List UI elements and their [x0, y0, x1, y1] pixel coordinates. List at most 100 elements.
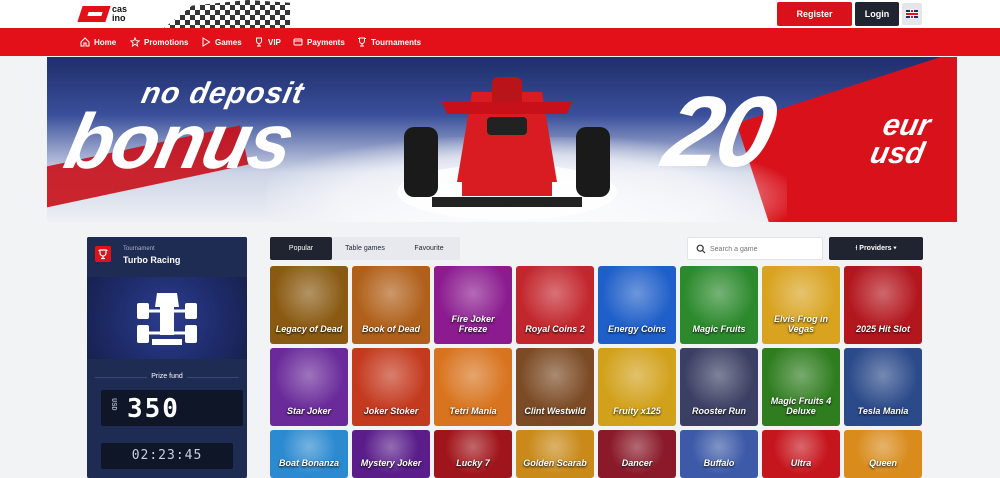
game-tile[interactable]: Joker Stoker: [352, 348, 430, 426]
game-title: Fruity x125: [613, 406, 661, 416]
tournament-label: Tournament: [123, 246, 155, 252]
login-button[interactable]: Login: [855, 2, 899, 26]
nav-tournaments-label: Tournaments: [371, 37, 422, 47]
top-bar: cas ino Register Login: [0, 0, 1000, 28]
nav-tournaments[interactable]: Tournaments: [357, 28, 421, 56]
chevron-down-icon: ▾: [891, 245, 897, 252]
nav-promotions-label: Promotions: [144, 37, 189, 47]
play-icon: [202, 37, 211, 47]
prize-fund: Prize fund USD 350: [95, 373, 243, 427]
search-input[interactable]: [710, 241, 820, 257]
star-icon: [130, 37, 140, 47]
logo-text: cas ino: [112, 4, 128, 23]
game-tile[interactable]: Star Joker: [270, 348, 348, 426]
language-selector[interactable]: [902, 3, 922, 25]
game-title: Elvis Frog in Vegas: [773, 314, 828, 334]
tournament-name: Turbo Racing: [123, 255, 181, 265]
prize-fund-value: USD 350: [101, 390, 243, 426]
race-car-image: [397, 77, 617, 220]
game-tile[interactable]: Tesla Mania: [844, 348, 922, 426]
game-tile[interactable]: Energy Coins: [598, 266, 676, 344]
nav-games[interactable]: Games: [201, 28, 242, 56]
game-tile[interactable]: Elvis Frog in Vegas: [762, 266, 840, 344]
nav-vip-label: VIP: [268, 37, 281, 47]
race-car-icon: [137, 293, 197, 345]
game-tile[interactable]: Ultra: [762, 430, 840, 478]
tournament-art: [87, 277, 247, 359]
game-title: Royal Coins 2: [525, 324, 585, 334]
game-tile[interactable]: Magic Fruits 4 Deluxe: [762, 348, 840, 426]
game-title: Legacy of Dead: [275, 324, 343, 334]
nav-home-label: Home: [94, 37, 117, 47]
prize-amount: 350: [127, 394, 180, 424]
promo-banner[interactable]: no deposit bonus 20 eur usd: [47, 57, 957, 222]
game-grid: Legacy of Dead Book of Dead Fire Joker Fre…: [270, 266, 923, 478]
nav-games-label: Games: [215, 37, 242, 47]
providers-label: Providers: [859, 245, 892, 252]
uk-flag-icon: [906, 10, 918, 18]
game-tile[interactable]: Buffalo: [680, 430, 758, 478]
game-title: Fire Joker Freeze: [451, 314, 495, 334]
wallet-icon: [293, 38, 303, 46]
game-tile[interactable]: Rooster Run: [680, 348, 758, 426]
game-title: Mystery Joker: [360, 458, 422, 468]
nav-payments-label: Payments: [307, 37, 345, 47]
game-tile[interactable]: Tetri Mania: [434, 348, 512, 426]
game-tile[interactable]: Queen: [844, 430, 922, 478]
game-title: Book of Dead: [361, 324, 420, 334]
game-tile[interactable]: Mystery Joker: [352, 430, 430, 478]
tournament-card[interactable]: Tournament Turbo Racing Prize fund USD 3…: [87, 237, 247, 478]
banner-currency: eur usd: [867, 109, 934, 170]
game-title: Ultra: [790, 458, 812, 468]
main-nav: Home Promotions Games VIP Payments Tourn…: [0, 28, 1000, 56]
search-box[interactable]: [687, 237, 823, 260]
nav-vip[interactable]: VIP: [254, 28, 281, 56]
game-tile[interactable]: Legacy of Dead: [270, 266, 348, 344]
trophy-icon: [256, 37, 262, 47]
game-tile[interactable]: Royal Coins 2: [516, 266, 594, 344]
game-title: Golden Scarab: [523, 458, 587, 468]
providers-button[interactable]: ⍿ Providers ▾: [829, 237, 923, 260]
game-tile[interactable]: Fruity x125: [598, 348, 676, 426]
tab-favourite[interactable]: Favourite: [398, 237, 460, 260]
trophy-icon: [95, 246, 111, 262]
prize-fund-label: Prize fund: [147, 373, 187, 380]
game-title: Tetri Mania: [449, 406, 497, 416]
nav-home[interactable]: Home: [80, 28, 116, 56]
game-category-tabs: Popular Table games Favourite: [270, 237, 460, 260]
logo[interactable]: cas ino: [77, 4, 142, 24]
game-title: 2025 Hit Slot: [855, 324, 911, 334]
game-title: Star Joker: [286, 406, 332, 416]
logo-mark: [77, 6, 111, 22]
game-title: Lucky 7: [456, 458, 490, 468]
register-button[interactable]: Register: [777, 2, 852, 26]
game-tile[interactable]: Lucky 7: [434, 430, 512, 478]
banner-amount: 20: [655, 76, 783, 188]
checkered-flag-decoration: [164, 0, 290, 28]
game-title: Magic Fruits 4 Deluxe: [770, 396, 832, 416]
game-tile[interactable]: 2025 Hit Slot: [844, 266, 922, 344]
game-tile[interactable]: Magic Fruits: [680, 266, 758, 344]
nav-payments[interactable]: Payments: [293, 28, 345, 56]
tournament-header: Tournament Turbo Racing: [87, 237, 247, 271]
game-tile[interactable]: Clint Westwild: [516, 348, 594, 426]
game-tile[interactable]: Golden Scarab: [516, 430, 594, 478]
prize-currency: USD: [109, 398, 117, 411]
tab-table-games[interactable]: Table games: [332, 237, 398, 260]
game-title: Rooster Run: [692, 406, 746, 416]
game-title: Tesla Mania: [857, 406, 909, 416]
banner-bonus: bonus: [57, 97, 301, 185]
nav-promotions[interactable]: Promotions: [130, 28, 188, 56]
game-tile[interactable]: Fire Joker Freeze: [434, 266, 512, 344]
game-title: Boat Bonanza: [278, 458, 339, 468]
game-title: Energy Coins: [607, 324, 666, 334]
game-title: Clint Westwild: [524, 406, 586, 416]
prize-fund-label-wrap: Prize fund: [95, 373, 239, 380]
tournament-timer: 02:23:45: [101, 443, 233, 469]
game-title: Queen: [868, 458, 897, 468]
game-tile[interactable]: Book of Dead: [352, 266, 430, 344]
search-icon: [696, 244, 706, 254]
game-tile[interactable]: Boat Bonanza: [270, 430, 348, 478]
tab-popular[interactable]: Popular: [270, 237, 332, 260]
game-tile[interactable]: Dancer: [598, 430, 676, 478]
